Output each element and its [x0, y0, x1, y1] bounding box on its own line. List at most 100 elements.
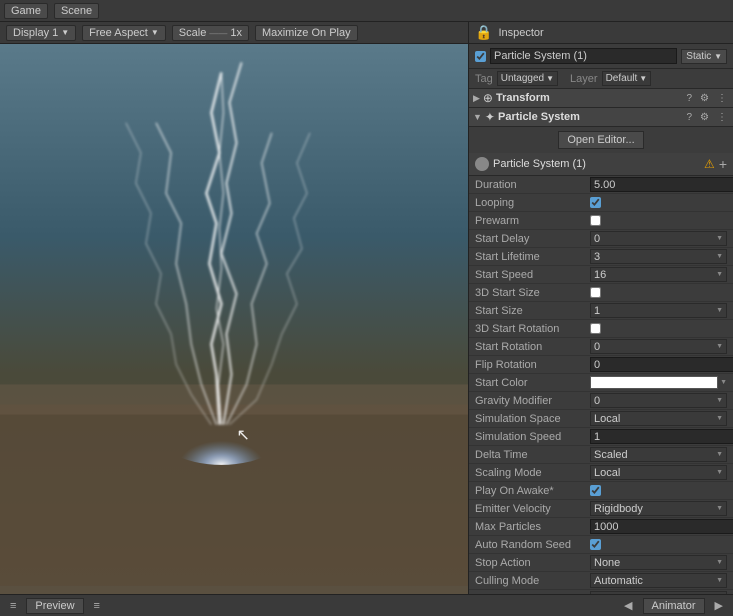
auto-random-seed-checkbox[interactable]: [590, 539, 601, 550]
svg-text:↖: ↖: [237, 426, 251, 444]
game-view-toolbar: Display 1 ▼ Free Aspect ▼ Scale —— 1x Ma…: [0, 22, 468, 44]
max-particles-input[interactable]: [590, 519, 733, 534]
stop-action-dropdown[interactable]: None ▼: [590, 555, 727, 570]
inspector-header: 🔒 Inspector: [469, 22, 733, 44]
prop-simulation-space: Simulation Space Local ▼: [469, 410, 733, 428]
game-tab[interactable]: Game: [4, 3, 48, 19]
display-dropdown[interactable]: Display 1 ▼: [6, 25, 76, 41]
more-icon[interactable]: ⋮: [715, 112, 729, 123]
chevron-down-icon: ▼: [716, 469, 723, 476]
flip-rotation-input[interactable]: [590, 357, 733, 372]
tag-layer-row: Tag Untagged ▼ Layer Default ▼: [469, 69, 733, 89]
chevron-down-icon: ▼: [716, 415, 723, 422]
ps-instance-title: Particle System (1): [493, 158, 700, 170]
prop-looping: Looping: [469, 194, 733, 212]
collapse-icon: ▼: [473, 112, 482, 122]
emitter-velocity-dropdown[interactable]: Rigidbody ▼: [590, 501, 727, 516]
scaling-mode-dropdown[interactable]: Local ▼: [590, 465, 727, 480]
play-on-awake-checkbox[interactable]: [590, 485, 601, 496]
main-area: Display 1 ▼ Free Aspect ▼ Scale —— 1x Ma…: [0, 22, 733, 594]
3d-start-size-checkbox[interactable]: [590, 287, 601, 298]
prop-start-size: Start Size 1 ▼: [469, 302, 733, 320]
open-editor-button[interactable]: Open Editor...: [558, 131, 643, 149]
tag-dropdown[interactable]: Untagged ▼: [497, 71, 558, 86]
warning-icon: ⚠: [704, 157, 715, 171]
duration-input[interactable]: [590, 177, 733, 192]
start-delay-dropdown[interactable]: 0 ▼: [590, 231, 727, 246]
prop-flip-rotation: Flip Rotation: [469, 356, 733, 374]
scale-dropdown[interactable]: Scale —— 1x: [172, 25, 249, 41]
object-enabled-checkbox[interactable]: [475, 51, 486, 62]
transform-header[interactable]: ▶ ⊕ Transform ? ⚙ ⋮: [469, 89, 733, 108]
bottom-left-icon[interactable]: ≡: [6, 600, 20, 612]
start-lifetime-dropdown[interactable]: 3 ▼: [590, 249, 727, 264]
bottom-right-icon[interactable]: ≡: [90, 600, 104, 612]
maximize-on-play-button[interactable]: Maximize On Play: [255, 25, 358, 41]
prop-duration: Duration: [469, 176, 733, 194]
particle-system-icon: ✦: [485, 110, 495, 124]
simulation-speed-input[interactable]: [590, 429, 733, 444]
looping-checkbox[interactable]: [590, 197, 601, 208]
particle-system-header[interactable]: ▼ ✦ Particle System ? ⚙ ⋮: [469, 108, 733, 127]
bottom-bar: ≡ Preview ≡ ◀ Animator ▶: [0, 594, 733, 616]
chevron-down-icon: ▼: [716, 253, 723, 260]
prop-start-rotation: Start Rotation 0 ▼: [469, 338, 733, 356]
chevron-down-icon: ▼: [716, 343, 723, 350]
more-icon[interactable]: ⋮: [715, 93, 729, 104]
settings-icon[interactable]: ⚙: [698, 93, 711, 104]
properties-scroll[interactable]: Duration Looping Prewarm Start Delay: [469, 176, 733, 594]
aspect-dropdown[interactable]: Free Aspect ▼: [82, 25, 166, 41]
inspector-title: Inspector: [498, 27, 727, 39]
animator-right-arrow-icon[interactable]: ▶: [711, 599, 727, 612]
prop-scaling-mode: Scaling Mode Local ▼: [469, 464, 733, 482]
preview-button[interactable]: Preview: [26, 598, 83, 614]
help-icon[interactable]: ?: [684, 112, 694, 123]
prop-culling-mode: Culling Mode Automatic ▼: [469, 572, 733, 590]
prop-prewarm: Prewarm: [469, 212, 733, 230]
animator-button[interactable]: Animator: [643, 598, 705, 614]
delta-time-dropdown[interactable]: Scaled ▼: [590, 447, 727, 462]
chevron-down-icon: ▼: [716, 451, 723, 458]
collapse-icon: ▶: [473, 93, 480, 104]
prop-3d-start-size: 3D Start Size: [469, 284, 733, 302]
particle-system-component: ▼ ✦ Particle System ? ⚙ ⋮: [469, 108, 733, 127]
prewarm-checkbox[interactable]: [590, 215, 601, 226]
chevron-down-icon: ▼: [720, 379, 727, 386]
culling-mode-dropdown[interactable]: Automatic ▼: [590, 573, 727, 588]
chevron-down-icon: ▼: [716, 307, 723, 314]
component-actions: ? ⚙ ⋮: [684, 93, 729, 104]
prop-start-speed: Start Speed 16 ▼: [469, 266, 733, 284]
animator-left-arrow-icon[interactable]: ◀: [620, 599, 636, 612]
top-toolbar: Game Scene: [0, 0, 733, 22]
start-size-dropdown[interactable]: 1 ▼: [590, 303, 727, 318]
chevron-down-icon: ▼: [716, 577, 723, 584]
add-icon[interactable]: +: [719, 156, 727, 172]
prop-start-lifetime: Start Lifetime 3 ▼: [469, 248, 733, 266]
3d-start-rotation-checkbox[interactable]: [590, 323, 601, 334]
gravity-modifier-dropdown[interactable]: 0 ▼: [590, 393, 727, 408]
object-name-input[interactable]: [490, 48, 677, 64]
start-color-swatch[interactable]: [590, 376, 718, 389]
ps-instance-icon: [475, 157, 489, 171]
game-canvas: ↖: [0, 44, 468, 594]
chevron-down-icon: ▼: [546, 74, 554, 83]
chevron-down-icon: ▼: [716, 271, 723, 278]
prop-gravity-modifier: Gravity Modifier 0 ▼: [469, 392, 733, 410]
chevron-down-icon: ▼: [61, 28, 69, 37]
help-icon[interactable]: ?: [684, 93, 694, 104]
start-rotation-dropdown[interactable]: 0 ▼: [590, 339, 727, 354]
prop-start-delay: Start Delay 0 ▼: [469, 230, 733, 248]
prop-play-on-awake: Play On Awake*: [469, 482, 733, 500]
static-button[interactable]: Static ▼: [681, 49, 727, 64]
chevron-down-icon: ▼: [151, 28, 159, 37]
prop-3d-start-rotation: 3D Start Rotation: [469, 320, 733, 338]
scene-tab[interactable]: Scene: [54, 3, 99, 19]
object-header: Static ▼: [469, 44, 733, 69]
start-speed-dropdown[interactable]: 16 ▼: [590, 267, 727, 282]
particle-effect-display: ↖: [0, 44, 468, 594]
prop-max-particles: Max Particles: [469, 518, 733, 536]
settings-icon[interactable]: ⚙: [698, 112, 711, 123]
layer-dropdown[interactable]: Default ▼: [602, 71, 652, 86]
simulation-space-dropdown[interactable]: Local ▼: [590, 411, 727, 426]
transform-title: Transform: [496, 92, 681, 104]
